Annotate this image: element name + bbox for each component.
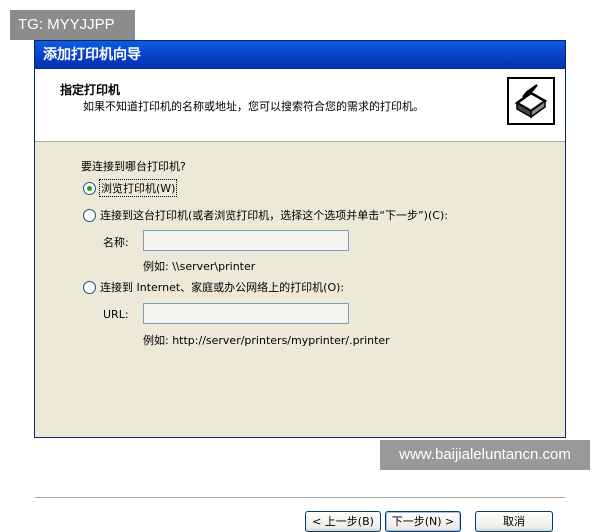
window-title: 添加打印机向导 [35,41,565,69]
url-input[interactable] [143,303,349,324]
back-button[interactable]: < 上一步(B) [305,511,381,532]
url-label: URL: [103,308,129,321]
radio-browse-circle[interactable] [83,181,96,195]
radio-connect-printer[interactable]: 连接到这台打印机(或者浏览打印机，选择这个选项并单击“下一步”)(C): [83,207,448,223]
radio-internet-label[interactable]: 连接到 Internet、家庭或办公网络上的打印机(O): [100,279,344,295]
name-label: 名称: [103,236,129,249]
radio-internet-printer[interactable]: 连接到 Internet、家庭或办公网络上的打印机(O): [83,279,344,295]
header-title: 指定打印机 [60,83,121,97]
watermark-bottom: www.baijialeluntancn.com [380,440,590,470]
header-subtitle: 如果不知道打印机的名称或地址，您可以搜索符合您的需求的打印机。 [83,100,424,113]
radio-browse-label[interactable]: 浏览打印机(W) [98,179,178,197]
question-label: 要连接到哪台打印机? [81,160,186,173]
cancel-button[interactable]: 取消 [475,511,553,532]
wizard-footer: < 上一步(B) 下一步(N) > 取消 [35,497,565,532]
printer-name-input[interactable] [143,230,349,251]
watermark-top: TG: MYYJJPP [10,10,135,40]
radio-browse-printer[interactable]: 浏览打印机(W) [83,179,178,197]
radio-internet-circle[interactable] [83,280,96,294]
add-printer-wizard-dialog: 添加打印机向导 指定打印机 如果不知道打印机的名称或地址，您可以搜索符合您的需求… [34,40,566,532]
printer-icon [507,77,555,125]
wizard-header: 指定打印机 如果不知道打印机的名称或地址，您可以搜索符合您的需求的打印机。 [35,69,565,142]
url-example: 例如: http://server/printers/myprinter/.pr… [143,334,390,347]
next-button[interactable]: 下一步(N) > [385,511,461,532]
radio-connect-circle[interactable] [83,208,96,222]
name-example: 例如: \\server\printer [143,260,256,273]
radio-connect-label[interactable]: 连接到这台打印机(或者浏览打印机，选择这个选项并单击“下一步”)(C): [100,207,448,223]
